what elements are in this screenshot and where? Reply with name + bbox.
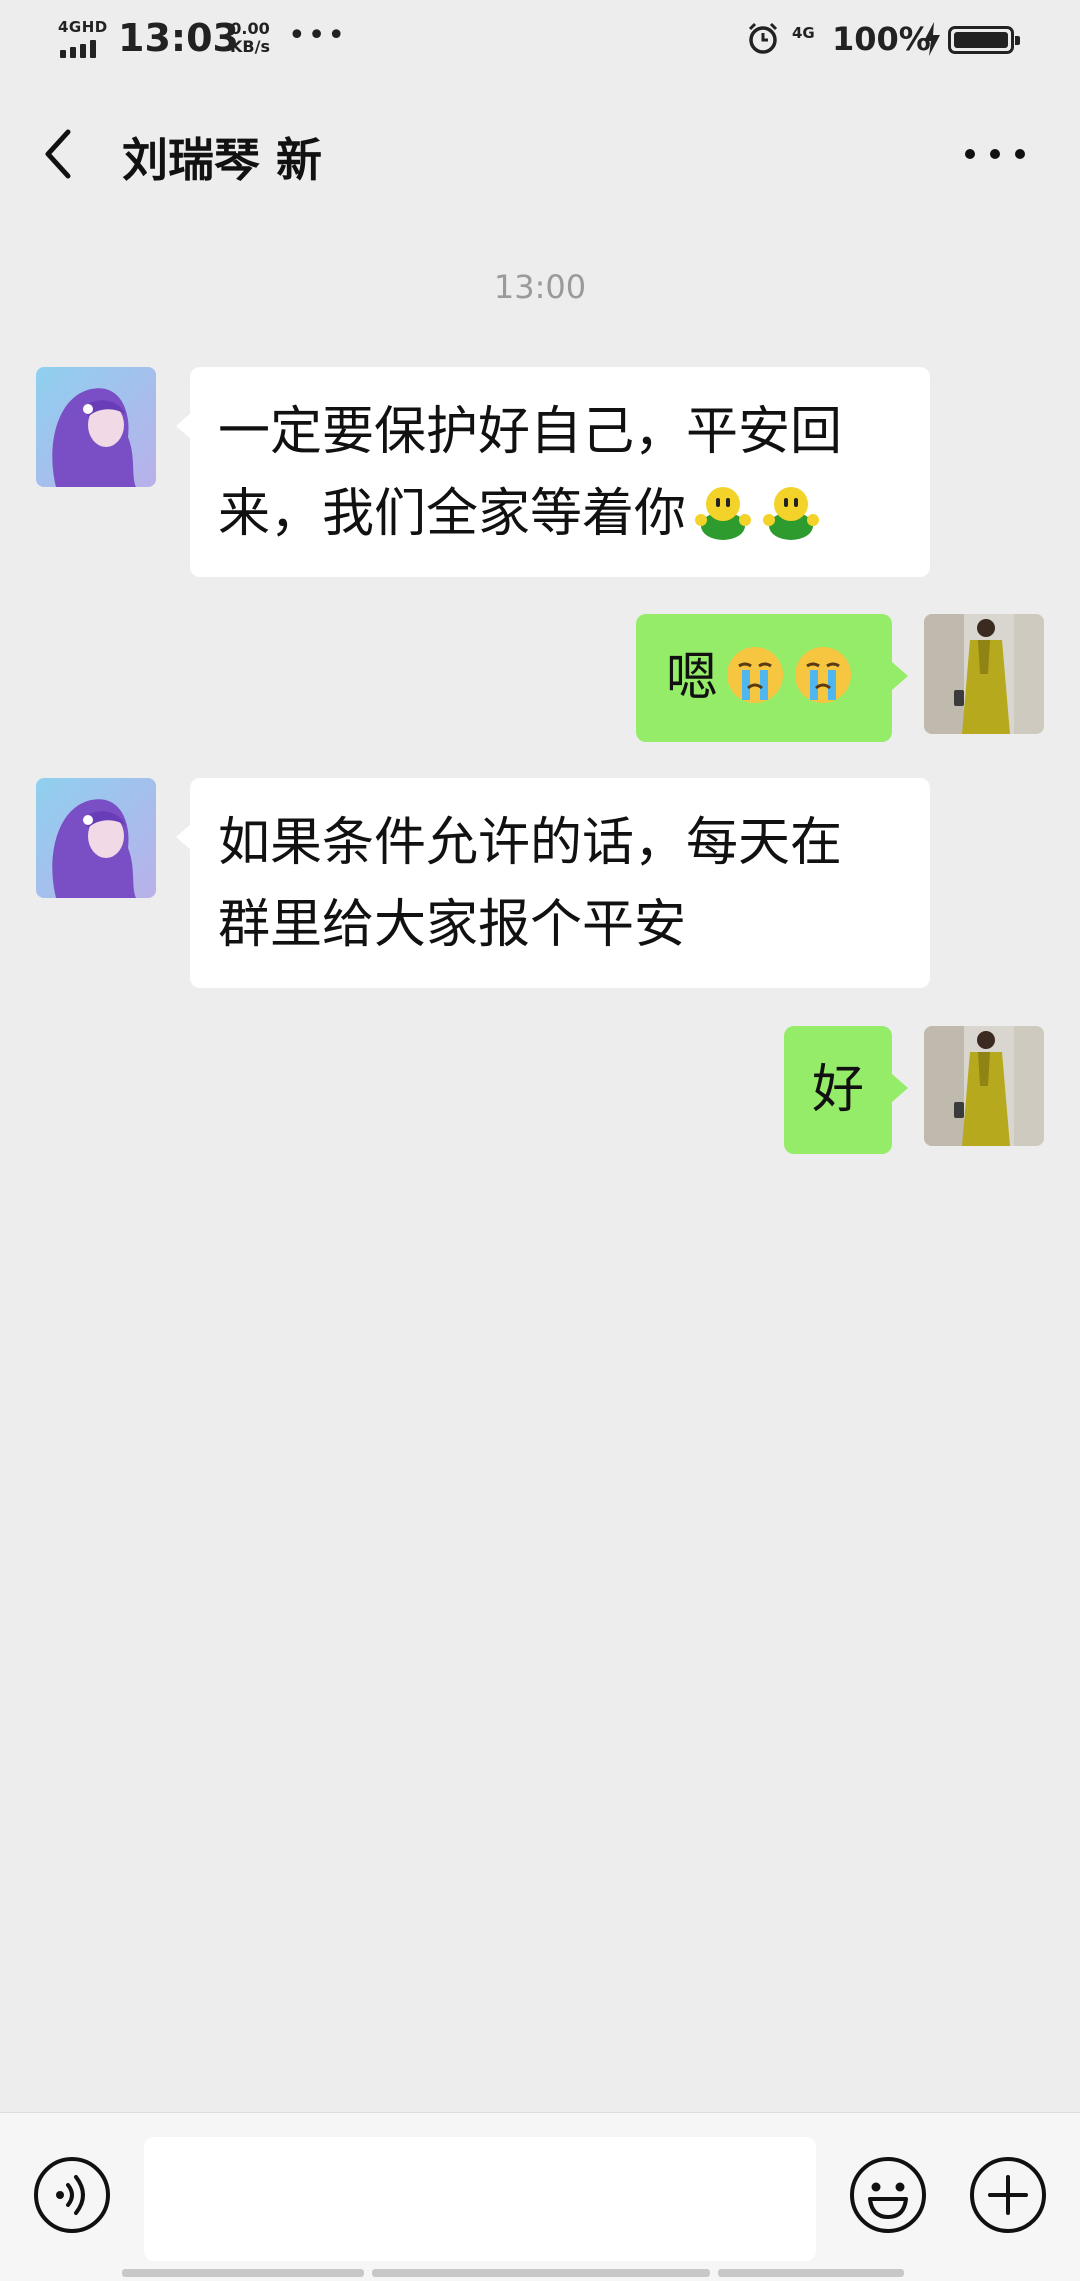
waving-emoji-icon — [695, 487, 752, 540]
chat-title: 刘瑞琴 新 — [122, 133, 323, 187]
message-text-line-2: 群里给大家报个平安 — [218, 895, 687, 955]
message-text-line: 一定要保护好自己，平安回 — [218, 402, 843, 462]
crying-emoji-icon — [727, 647, 784, 703]
incoming-message[interactable]: 一定要保护好自己，平安回 来，我们全家等着你 — [190, 367, 930, 577]
message-text-line: 如果条件允许的话，每天在 — [218, 813, 843, 873]
crying-emoji-icon — [795, 647, 852, 703]
navigation-handle — [372, 2269, 710, 2277]
my-avatar[interactable] — [924, 1026, 1044, 1146]
chat-header: 刘瑞琴 新 — [0, 84, 1080, 224]
contact-avatar[interactable] — [36, 778, 156, 898]
message-text: 嗯 — [666, 648, 719, 708]
voice-icon[interactable] — [32, 2155, 112, 2235]
more-options-icon[interactable] — [960, 136, 1030, 172]
back-icon[interactable] — [36, 124, 82, 184]
status-bar: 4GHD 13:03 0.00 KB/s ••• 4G 100% — [0, 0, 1080, 84]
my-avatar[interactable] — [924, 614, 1044, 734]
more-notifications-icon: ••• — [288, 18, 348, 53]
message-text: 好 — [811, 1060, 864, 1120]
chat-input-bar — [0, 2112, 1080, 2281]
navigation-handle — [718, 2269, 904, 2277]
message-input[interactable] — [144, 2137, 816, 2261]
incoming-message[interactable]: 如果条件允许的话，每天在 群里给大家报个平安 — [190, 778, 930, 988]
message-timestamp: 13:00 — [493, 268, 587, 306]
message-text-line-2: 来，我们全家等着你 — [218, 473, 902, 555]
message-text: 来，我们全家等着你 — [218, 484, 687, 544]
alarm-icon — [748, 22, 778, 54]
waving-emoji-icon — [763, 487, 820, 540]
network-type-right: 4G — [792, 24, 815, 42]
outgoing-message[interactable]: 好 — [784, 1026, 892, 1154]
battery-percent: 100% — [832, 20, 931, 58]
signal-icon — [60, 40, 104, 58]
network-speed: 0.00 KB/s — [230, 20, 270, 56]
status-time: 13:03 — [118, 16, 239, 60]
speed-value: 0.00 — [230, 19, 270, 38]
network-type: 4GHD — [58, 18, 108, 36]
speed-unit: KB/s — [230, 37, 270, 56]
contact-avatar[interactable] — [36, 367, 156, 487]
emoji-icon[interactable] — [848, 2155, 928, 2235]
battery-icon — [948, 26, 1020, 54]
plus-icon[interactable] — [968, 2155, 1048, 2235]
outgoing-message[interactable]: 嗯 — [636, 614, 892, 742]
charging-icon — [924, 22, 940, 56]
navigation-handle — [122, 2269, 364, 2277]
